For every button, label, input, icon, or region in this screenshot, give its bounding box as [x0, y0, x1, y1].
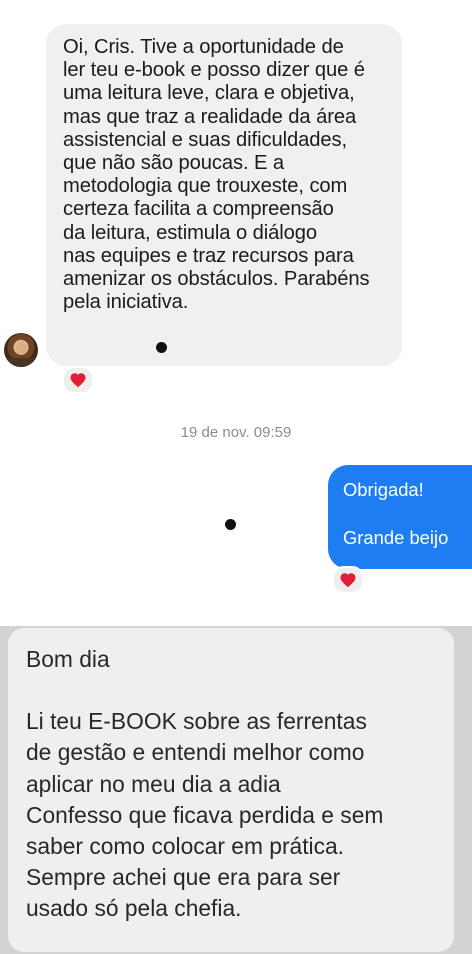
heart-icon [339, 572, 357, 588]
touch-indicator-dot [225, 519, 236, 530]
outgoing-message-line: Grande beijo [343, 527, 449, 548]
outgoing-message-line: Obrigada! [343, 479, 424, 500]
incoming-message-text: Oi, Cris. Tive a oportunidade de ler teu… [63, 36, 370, 314]
touch-indicator-dot [156, 342, 167, 353]
incoming-message-bubble[interactable]: Bom dia Li teu E-BOOK sobre as ferrentas… [8, 628, 454, 952]
heart-icon [69, 372, 87, 388]
message-body: Li teu E-BOOK sobre as ferrentas de gest… [26, 708, 384, 922]
reaction-badge[interactable] [62, 366, 94, 394]
reaction-badge[interactable] [332, 566, 364, 594]
message-timestamp: 19 de nov. 09:59 [180, 424, 292, 441]
incoming-message-bubble[interactable]: Oi, Cris. Tive a oportunidade de ler teu… [46, 24, 402, 366]
outgoing-message-bubble[interactable]: Obrigada! Grande beijo [328, 465, 472, 569]
message-greeting: Bom dia [26, 646, 110, 672]
avatar[interactable] [4, 333, 38, 367]
